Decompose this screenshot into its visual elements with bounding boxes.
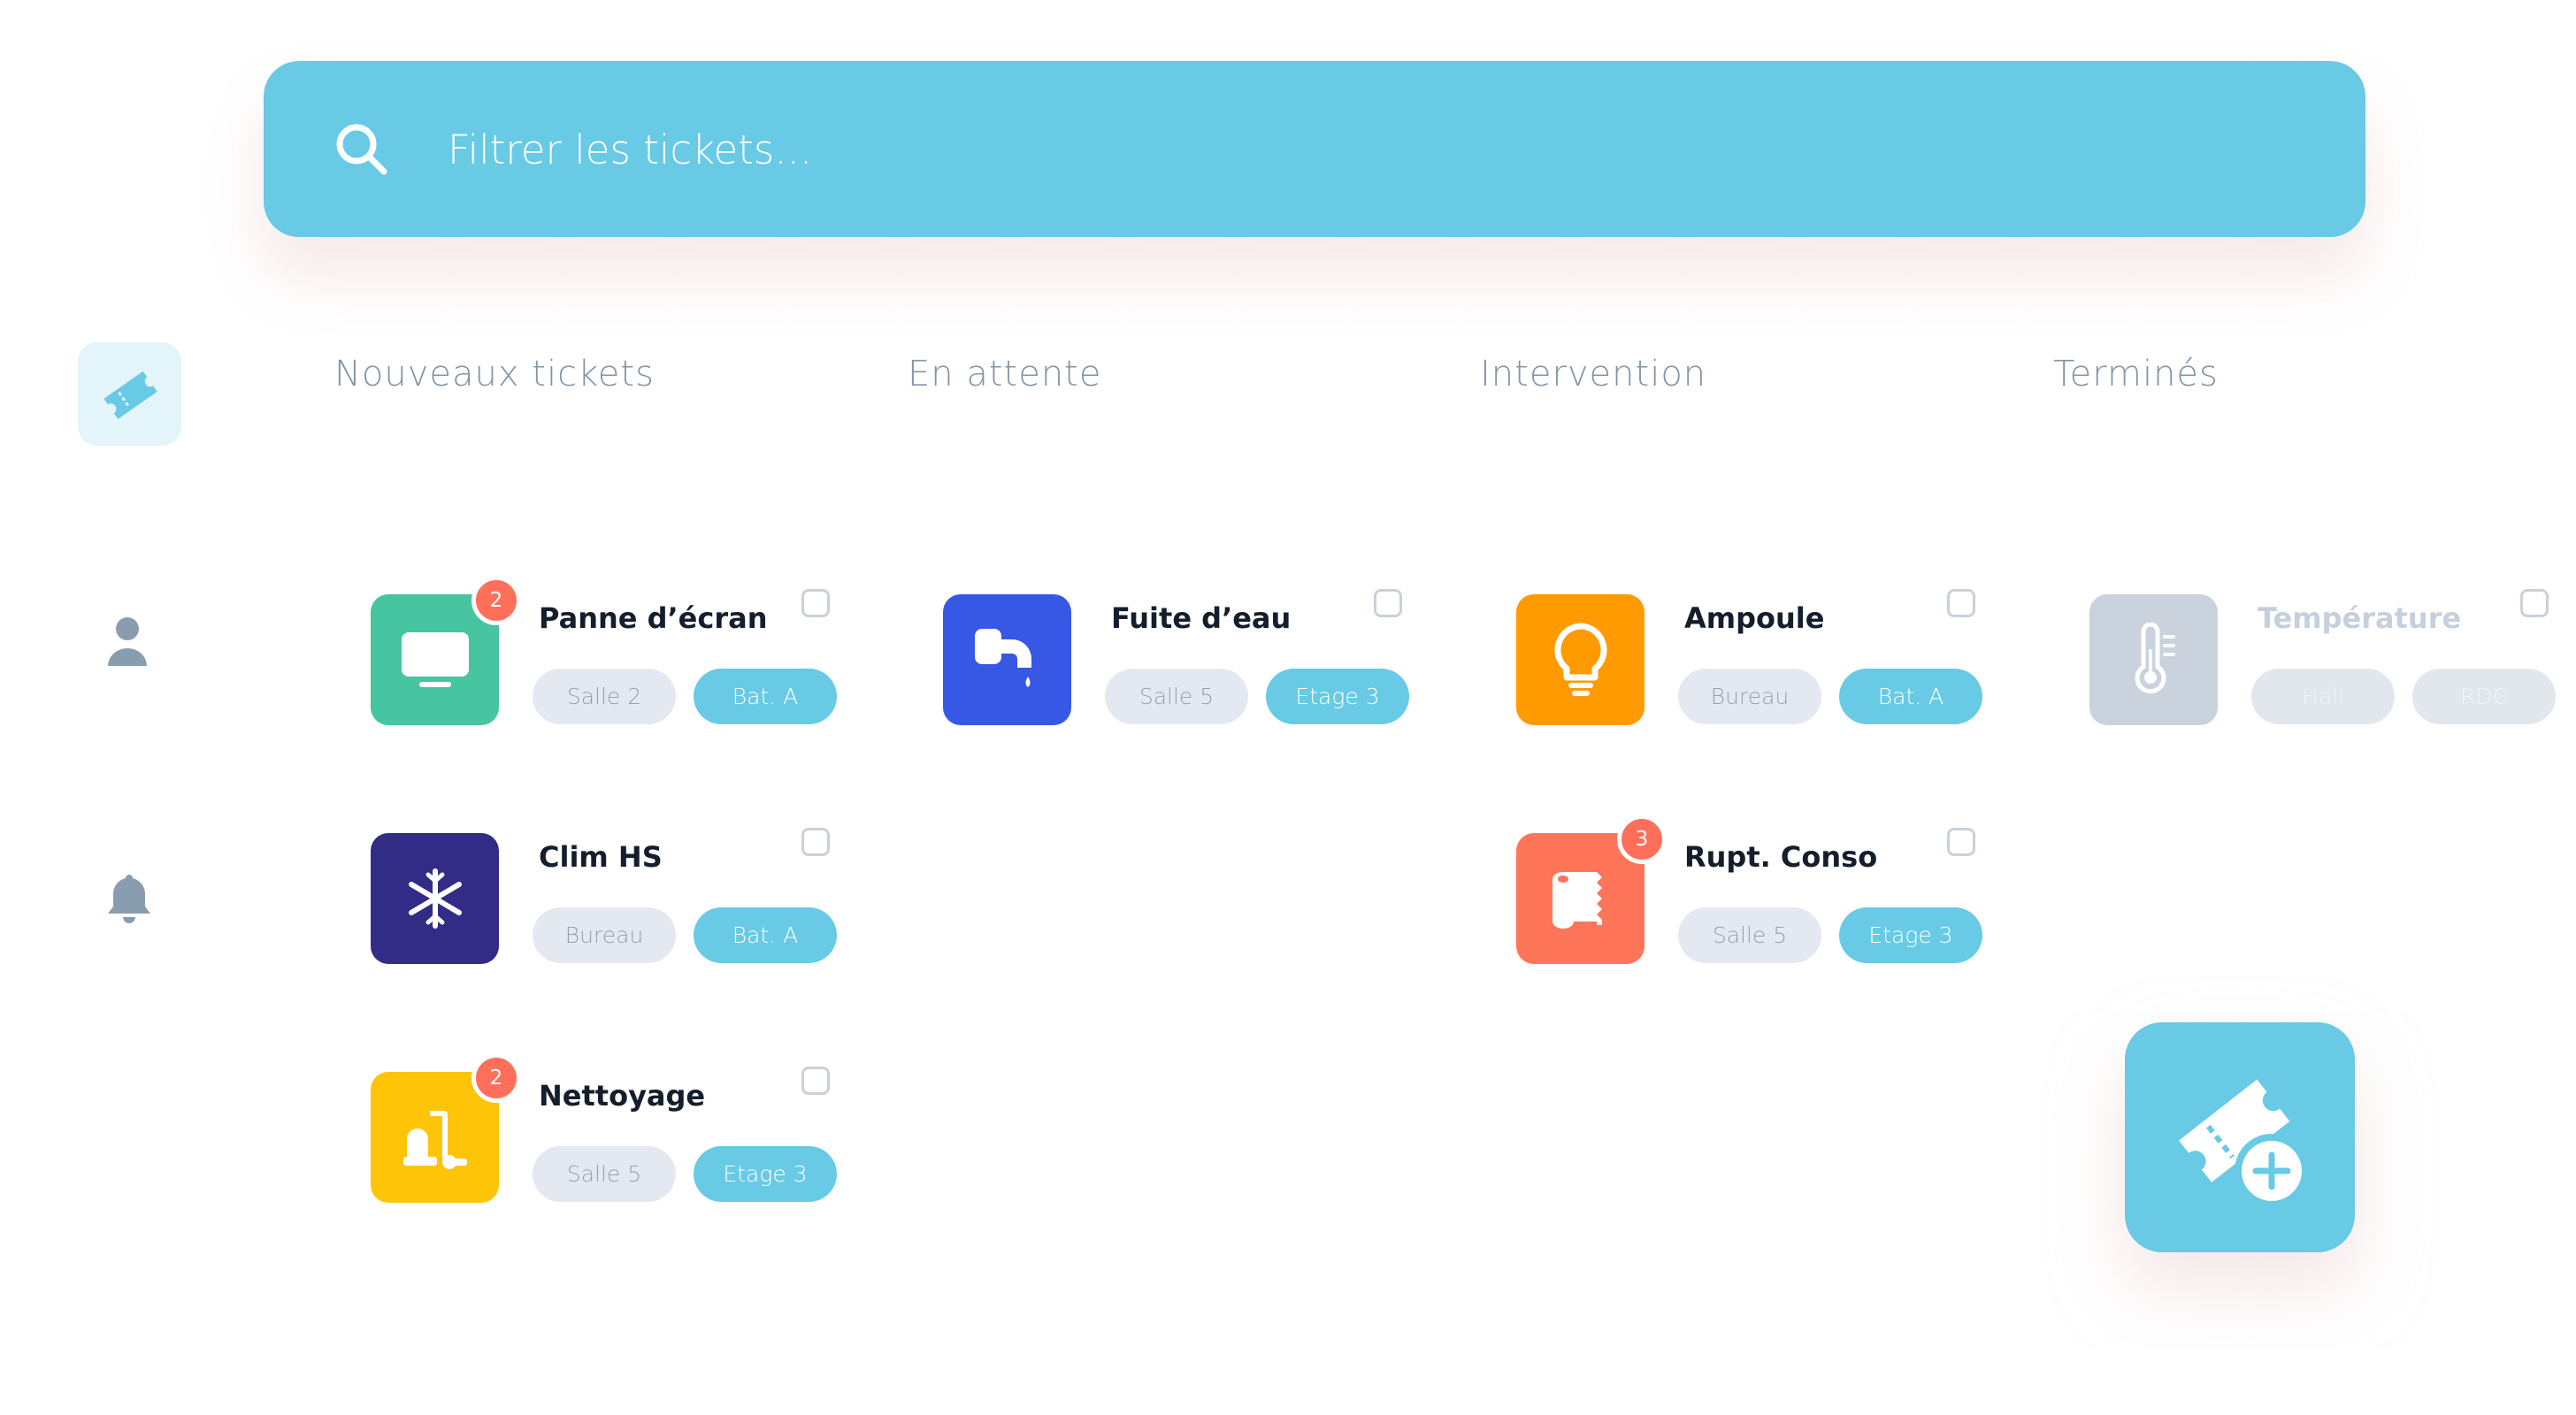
search-bar[interactable]: [264, 61, 2365, 237]
ticket-checkbox[interactable]: [801, 1067, 830, 1095]
ticket-title: Température: [2258, 601, 2462, 635]
location-tag: Salle 5: [1678, 907, 1821, 963]
vacuum-icon: [402, 1111, 467, 1169]
ticket-title: Nettoyage: [539, 1079, 706, 1113]
location-tag: Bureau: [533, 907, 676, 963]
ticket-card[interactable]: Ampoule Bureau Bat. A: [1516, 589, 2012, 727]
snowflake-icon: [408, 868, 462, 929]
add-ticket-icon: [2179, 1079, 2309, 1208]
ticket-title: Clim HS: [539, 840, 663, 874]
thermometer-icon: [2135, 623, 2175, 694]
monitor-icon: [401, 632, 469, 687]
ticket-checkbox[interactable]: [801, 589, 830, 617]
ticket-checkbox[interactable]: [1374, 589, 1402, 617]
ticket-card[interactable]: Température Hall RDC: [2089, 589, 2576, 727]
ticket-checkbox[interactable]: [1947, 828, 1975, 856]
ticket-checkbox[interactable]: [801, 828, 830, 856]
ticket-card[interactable]: 2 Panne d’écran Salle 2 Bat. A: [371, 576, 866, 727]
search-icon: [336, 124, 387, 175]
bell-icon[interactable]: [104, 871, 154, 929]
user-icon[interactable]: [106, 616, 149, 668]
ticket-title: Fuite d’eau: [1111, 601, 1292, 635]
ticket-card[interactable]: Fuite d’eau Salle 5 Etage 3: [943, 589, 1438, 727]
add-ticket-button[interactable]: [2125, 1022, 2355, 1252]
ticket-icon: [104, 371, 157, 419]
location-tag: Salle 2: [533, 669, 676, 724]
ticket-tile: [371, 833, 499, 964]
location-tag: Salle 5: [533, 1146, 676, 1202]
building-tag: Etage 3: [1839, 907, 1982, 963]
building-tag: RDC: [2412, 669, 2556, 724]
notification-badge: 2: [472, 576, 521, 625]
ticket-card[interactable]: 2 Nettoyage Salle 5 Etage 3: [371, 1053, 866, 1205]
building-tag: Etage 3: [1266, 669, 1409, 724]
ticket-card[interactable]: 3 Rupt. Conso Salle 5 Etage 3: [1516, 815, 2012, 966]
notification-badge: 3: [1617, 815, 1667, 864]
ticket-title: Rupt. Conso: [1684, 840, 1878, 874]
column-header-intervention: Intervention: [1480, 354, 1707, 394]
location-tag: Bureau: [1678, 669, 1821, 724]
faucet-icon: [974, 629, 1031, 687]
lightbulb-icon: [1553, 623, 1607, 696]
location-tag: Salle 5: [1105, 669, 1248, 724]
building-tag: Bat. A: [694, 907, 837, 963]
ticket-title: Ampoule: [1684, 601, 1825, 635]
building-tag: Etage 3: [694, 1146, 837, 1202]
location-tag: Hall: [2251, 669, 2395, 724]
search-input[interactable]: [448, 96, 2128, 203]
ticket-tile: [1516, 594, 1644, 725]
toilet-paper-icon: [1552, 872, 1602, 929]
notification-badge: 2: [472, 1053, 521, 1103]
ticket-title: Panne d’écran: [539, 601, 768, 635]
ticket-checkbox[interactable]: [1947, 589, 1975, 617]
ticket-tile: [2089, 594, 2218, 725]
column-header-new: Nouveaux tickets: [334, 354, 655, 394]
column-header-done: Terminés: [2053, 354, 2219, 394]
ticket-card[interactable]: Clim HS Bureau Bat. A: [371, 828, 866, 966]
sidebar-item-tickets[interactable]: [78, 342, 181, 446]
column-header-pending: En attente: [908, 354, 1102, 394]
building-tag: Bat. A: [1839, 669, 1982, 724]
building-tag: Bat. A: [694, 669, 837, 724]
ticket-checkbox[interactable]: [2520, 589, 2549, 617]
ticket-tile: [943, 594, 1071, 725]
